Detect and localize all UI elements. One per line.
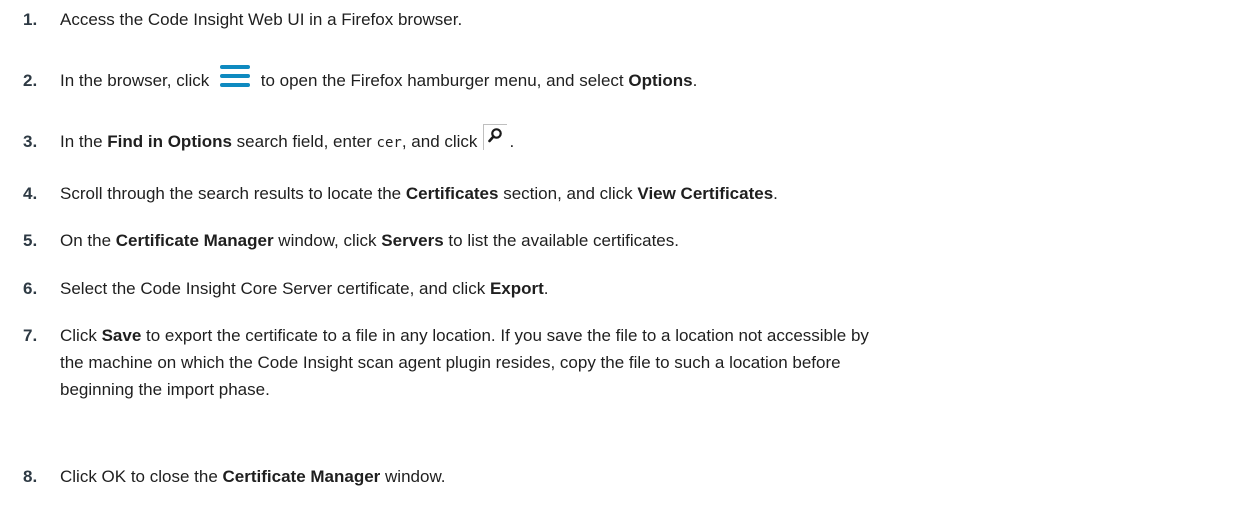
step-2: 2. In the browser, click to open the Fir… xyxy=(0,64,1237,94)
step-number: 5. xyxy=(23,231,38,250)
step-number: 7. xyxy=(23,326,38,345)
step-text: Select the Code Insight Core Server cert… xyxy=(60,279,549,298)
step-text: Access the Code Insight Web UI in a Fire… xyxy=(60,10,463,29)
search-icon xyxy=(483,123,508,150)
step-number: 4. xyxy=(23,184,38,203)
step-text: Scroll through the search results to loc… xyxy=(60,184,778,203)
step-6: 6. Select the Code Insight Core Server c… xyxy=(0,275,1237,302)
step-3: 3. In the Find in Options search field, … xyxy=(0,123,1237,157)
step-text: Click Save to export the certificate to … xyxy=(60,326,869,399)
step-text: Click OK to close the Certificate Manage… xyxy=(60,467,446,486)
step-text: In the browser, click to open the Firefo… xyxy=(60,64,697,90)
step-number: 1. xyxy=(23,10,38,29)
step-1: 1. Access the Code Insight Web UI in a F… xyxy=(0,6,1237,33)
step-7: 7. Click Save to export the certificate … xyxy=(0,322,1237,403)
step-number: 2. xyxy=(23,71,38,90)
step-text: In the Find in Options search field, ent… xyxy=(60,123,514,151)
step-number: 8. xyxy=(23,467,38,486)
procedure-steps: 1. Access the Code Insight Web UI in a F… xyxy=(0,0,1237,516)
step-5: 5. On the Certificate Manager window, cl… xyxy=(0,227,1237,254)
step-number: 6. xyxy=(23,279,38,298)
step-8: 8. Click OK to close the Certificate Man… xyxy=(0,463,1237,490)
step-4: 4. Scroll through the search results to … xyxy=(0,180,1237,207)
hamburger-menu-icon xyxy=(220,64,251,87)
step-number: 3. xyxy=(23,132,38,151)
step-text: On the Certificate Manager window, click… xyxy=(60,231,679,250)
